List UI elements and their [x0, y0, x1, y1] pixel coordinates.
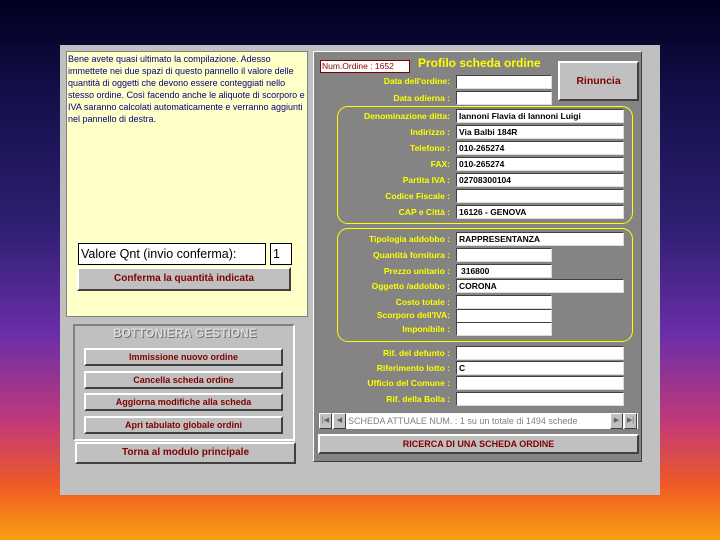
unit-price-label: Prezzo unitario : — [383, 266, 450, 276]
municipal-office-label: Ufficio del Comune : — [367, 378, 450, 388]
fax-field[interactable]: 010-265274 — [456, 157, 624, 171]
order-date-label: Data dell'ordine: — [383, 76, 450, 86]
delivery-note-ref-label: Rif. della Bolla : — [386, 394, 450, 404]
tax-code-field[interactable] — [456, 189, 624, 203]
management-title: BOTTONIERA GESTIONE — [113, 328, 257, 340]
first-record-icon[interactable]: |◀ — [319, 413, 332, 429]
company-name-field[interactable]: Iannoni Flavia di Iannoni Luigi — [456, 109, 624, 123]
decoration-type-label: Tipologia addobbo : — [368, 234, 450, 244]
deceased-ref-label: Rif. del defunto : — [382, 348, 450, 358]
taxable-amount-label: Imponibile : — [402, 324, 450, 334]
search-order-button[interactable]: RICERCA DI UNA SCHEDA ORDINE — [318, 434, 639, 454]
vat-breakdown-label: Scorporo dell'IVA: — [376, 310, 450, 320]
cancel-button[interactable]: Rinuncia — [558, 61, 639, 101]
today-date-label: Data odierna : — [393, 93, 450, 103]
quantity-label: Valore Qnt (invio conferma): — [78, 243, 266, 265]
order-date-field[interactable] — [456, 75, 552, 89]
decoration-object-label: Oggetto /addobbo : — [371, 281, 450, 291]
last-record-icon[interactable]: ▶| — [624, 413, 637, 429]
address-field[interactable]: Via Balbi 184R — [456, 125, 624, 139]
previous-record-icon[interactable]: ◀ — [333, 413, 346, 429]
info-text: Bene avete quasi ultimato la compilazion… — [68, 54, 305, 124]
new-order-button[interactable]: Immissione nuovo ordine — [84, 348, 283, 366]
address-label: Indirizzo : — [410, 127, 450, 137]
phone-label: Telefono : — [410, 143, 450, 153]
decoration-type-field[interactable]: RAPPRESENTANZA — [456, 232, 624, 246]
lot-ref-field[interactable]: C — [456, 361, 624, 375]
main-menu-button[interactable]: Torna al modulo principale — [75, 442, 296, 464]
profile-title: Profilo scheda ordine — [418, 56, 541, 70]
confirm-quantity-button[interactable]: Conferma la quantità indicata — [77, 267, 291, 291]
quantity-supply-label: Quantità fornitura : — [373, 250, 450, 260]
record-status: SCHEDA ATTUALE NUM. : 1 su un totale di … — [348, 416, 578, 426]
order-number: Num.Ordine : 1652 — [320, 60, 410, 73]
fax-label: FAX: — [430, 159, 450, 169]
unit-price-field[interactable]: 316800 — [456, 264, 552, 278]
lot-ref-label: Riferimento lotto : — [376, 363, 450, 373]
open-orders-list-button[interactable]: Apri tabulato globale ordini — [84, 416, 283, 434]
total-cost-label: Costo totale : — [395, 297, 450, 307]
decoration-object-field[interactable]: CORONA — [456, 279, 624, 293]
vat-number-label: Partita IVA : — [402, 175, 450, 185]
municipal-office-field[interactable] — [456, 376, 624, 390]
tax-code-label: Codice Fiscale : — [385, 191, 450, 201]
vat-number-field[interactable]: 02708300104 — [456, 173, 624, 187]
delivery-note-ref-field[interactable] — [456, 392, 624, 406]
update-order-button[interactable]: Aggiorna modifiche alla scheda — [84, 393, 283, 411]
zip-city-label: CAP e Città : — [398, 207, 450, 217]
next-record-icon[interactable]: ▶ — [610, 413, 623, 429]
quantity-input[interactable]: 1 — [270, 243, 292, 265]
delete-order-button[interactable]: Cancella scheda ordine — [84, 371, 283, 389]
vat-breakdown-field[interactable] — [456, 309, 552, 323]
deceased-ref-field[interactable] — [456, 346, 624, 360]
taxable-amount-field[interactable] — [456, 322, 552, 336]
today-date-field[interactable] — [456, 91, 552, 105]
quantity-supply-field[interactable] — [456, 248, 552, 262]
phone-field[interactable]: 010-265274 — [456, 141, 624, 155]
zip-city-field[interactable]: 16126 - GENOVA — [456, 205, 624, 219]
total-cost-field[interactable] — [456, 295, 552, 309]
company-name-label: Denominazione ditta: — [364, 111, 450, 121]
